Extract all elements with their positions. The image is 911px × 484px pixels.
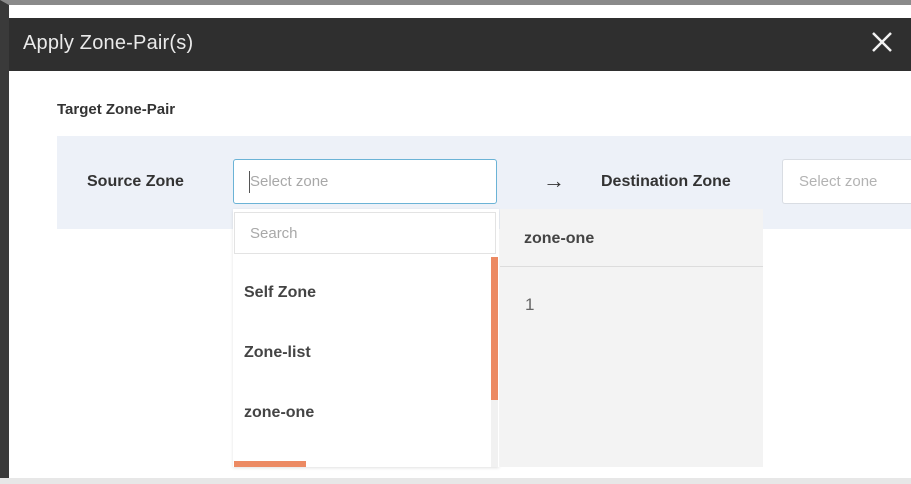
dropdown-scrollbar-track[interactable] bbox=[491, 400, 498, 467]
zone-preview-header: zone-one bbox=[500, 209, 763, 267]
dropdown-option-self-zone[interactable]: Self Zone bbox=[244, 284, 316, 302]
dropdown-option-highlight bbox=[234, 461, 306, 467]
source-zone-label: Source Zone bbox=[87, 173, 184, 190]
destination-zone-label: Destination Zone bbox=[601, 173, 731, 190]
dialog-title: Apply Zone-Pair(s) bbox=[23, 32, 194, 54]
zone-preview-title: zone-one bbox=[524, 230, 595, 247]
dialog-header: Apply Zone-Pair(s) bbox=[9, 18, 911, 71]
zone-preview-value: 1 bbox=[525, 295, 535, 314]
destination-zone-placeholder: Select zone bbox=[799, 173, 878, 190]
target-zone-pair-label: Target Zone-Pair bbox=[57, 101, 176, 118]
close-icon bbox=[872, 32, 892, 52]
source-zone-select[interactable]: Select zone bbox=[233, 159, 497, 204]
source-zone-dropdown: Search Self Zone Zone-list zone-one bbox=[233, 209, 499, 467]
zone-preview-panel: zone-one 1 bbox=[500, 209, 763, 467]
destination-zone-select[interactable]: Select zone bbox=[782, 159, 911, 204]
dialog-bottom-divider bbox=[0, 478, 911, 484]
source-zone-placeholder: Select zone bbox=[250, 173, 329, 190]
close-button[interactable] bbox=[869, 29, 895, 55]
dropdown-scrollbar-thumb[interactable] bbox=[491, 257, 498, 400]
arrow-right-icon: → bbox=[543, 168, 565, 193]
dropdown-option-zone-list[interactable]: Zone-list bbox=[244, 344, 311, 362]
dropdown-search-input[interactable]: Search bbox=[234, 212, 496, 254]
dropdown-option-zone-one[interactable]: zone-one bbox=[244, 404, 314, 422]
dropdown-search-placeholder: Search bbox=[250, 225, 298, 242]
